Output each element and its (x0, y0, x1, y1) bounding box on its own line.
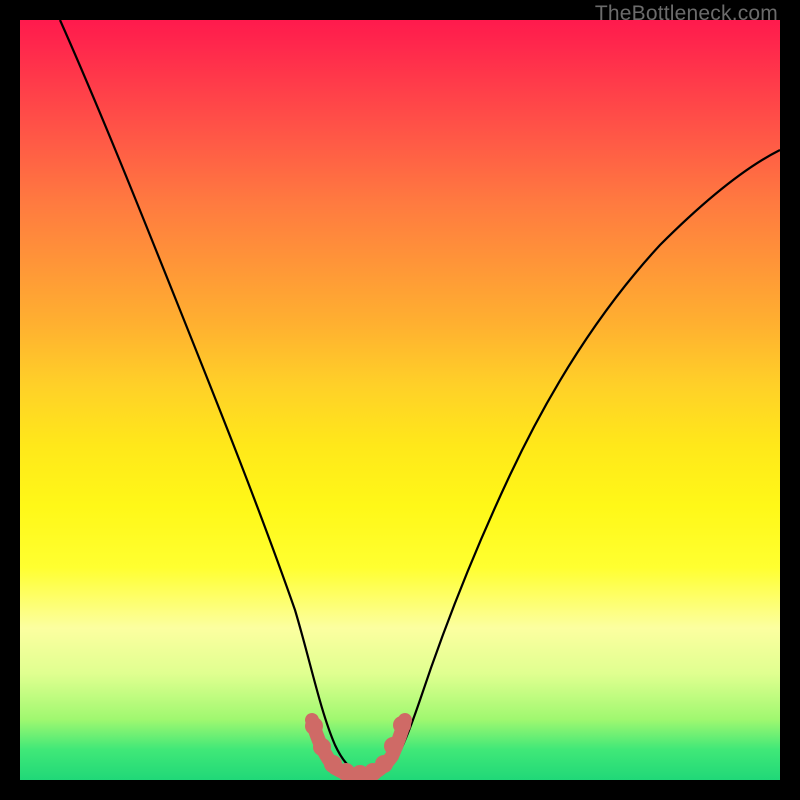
bottleneck-curve (60, 20, 780, 774)
chart-frame: TheBottleneck.com (0, 0, 800, 800)
watermark: TheBottleneck.com (595, 2, 778, 26)
plot-area (20, 20, 780, 780)
curve-layer (20, 20, 780, 780)
